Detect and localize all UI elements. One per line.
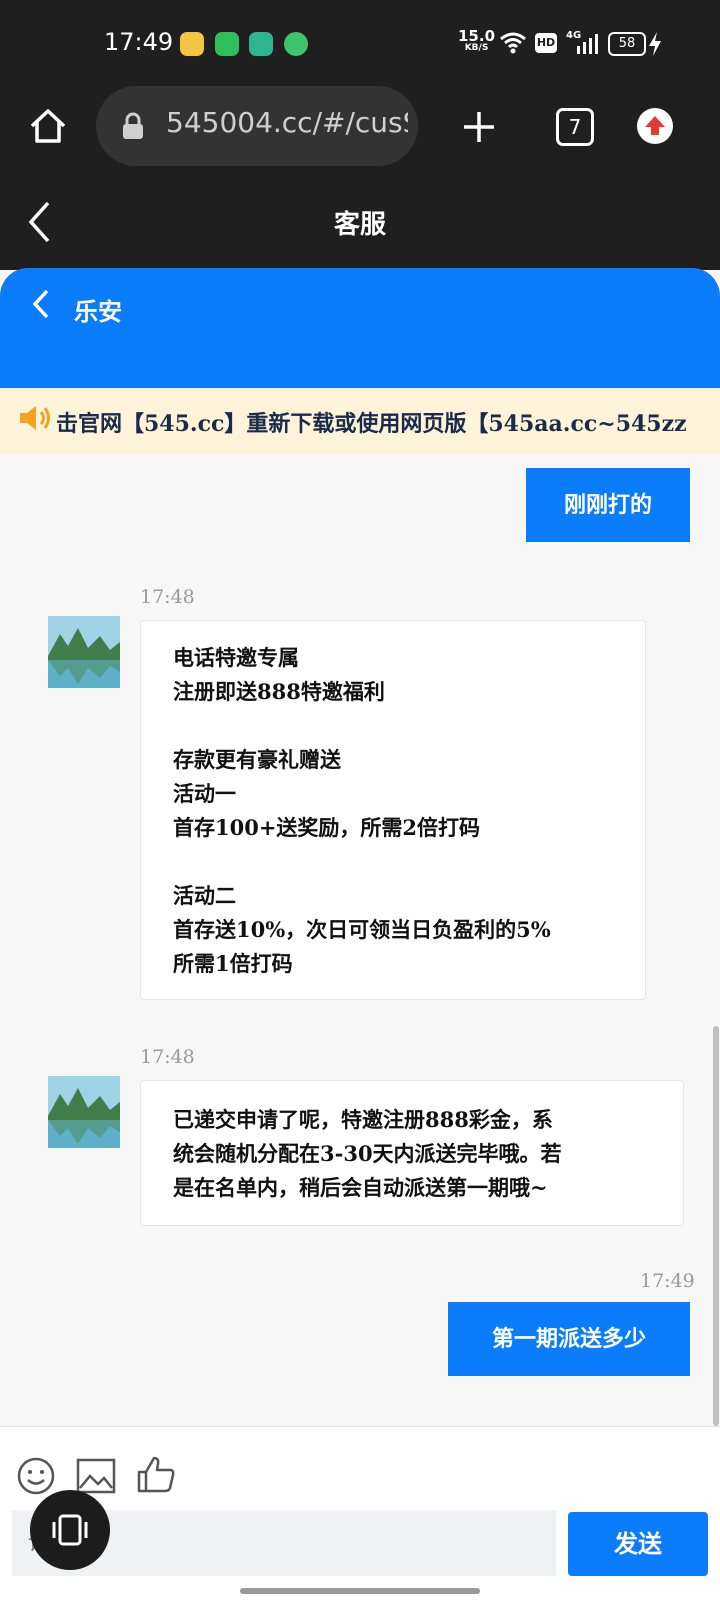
chat-header bbox=[0, 268, 720, 388]
notice-text: 击官网【545.cc】重新下载或使用网页版【545aa.cc~545zz bbox=[56, 411, 687, 437]
message-line: 所需1倍打码 bbox=[173, 951, 293, 976]
sent-message-bubble[interactable]: 刚刚打的 bbox=[526, 468, 690, 542]
thumbs-up-icon[interactable] bbox=[136, 1454, 176, 1494]
message-line: 已递交申请了呢，特邀注册888彩金，系 bbox=[173, 1107, 553, 1132]
url-text[interactable]: 545004.cc/#/cusS bbox=[166, 106, 408, 139]
signal-icon bbox=[577, 34, 598, 54]
home-indicator[interactable] bbox=[240, 1588, 480, 1594]
wallet-app-icon bbox=[249, 32, 273, 56]
tabs-button[interactable]: 7 bbox=[556, 108, 594, 146]
charging-icon bbox=[649, 32, 661, 56]
hd-badge: HD bbox=[535, 33, 557, 53]
plus-icon[interactable] bbox=[462, 110, 496, 144]
status-time: 17:49 bbox=[104, 28, 174, 56]
message-line: 活动一 bbox=[173, 781, 236, 806]
update-icon bbox=[645, 116, 665, 135]
network-speed-value: 15.0 bbox=[458, 27, 496, 45]
message-line: 首存送10%，次日可领当日负盈利的5% bbox=[173, 917, 551, 942]
message-timestamp: 17:49 bbox=[640, 1270, 695, 1292]
landscape-avatar-image bbox=[48, 1076, 120, 1148]
image-icon[interactable] bbox=[76, 1458, 116, 1494]
send-button[interactable]: 发送 bbox=[568, 1512, 708, 1576]
network-speed: 15.0 KB/S bbox=[458, 27, 496, 54]
lock-icon bbox=[123, 112, 143, 139]
received-message-bubble[interactable]: 电话特邀专属 注册即送888特邀福利 存款更有豪礼赠送 活动一 首存100+送奖… bbox=[140, 620, 646, 1000]
floating-action-button[interactable] bbox=[30, 1490, 110, 1570]
message-line: 活动二 bbox=[173, 883, 236, 908]
message-line: 电话特邀专属 bbox=[173, 645, 299, 670]
message-line: 统会随机分配在3-30天内派送完毕哦。若 bbox=[173, 1141, 562, 1166]
chat-agent-name: 乐安 bbox=[74, 297, 122, 326]
chat-back-icon[interactable] bbox=[30, 288, 52, 320]
received-message-bubble[interactable]: 已递交申请了呢，特邀注册888彩金，系 统会随机分配在3-30天内派送完毕哦。若… bbox=[140, 1080, 684, 1226]
update-button[interactable] bbox=[637, 108, 673, 144]
scrollbar[interactable] bbox=[713, 1026, 719, 1426]
message-line: 首存100+送奖励，所需2倍打码 bbox=[173, 815, 481, 840]
home-icon[interactable] bbox=[28, 106, 68, 146]
battery-indicator: 58 bbox=[608, 32, 646, 56]
message-app-icon bbox=[215, 32, 239, 56]
notification-app-icon bbox=[180, 32, 204, 56]
landscape-avatar-image bbox=[48, 616, 120, 688]
message-line: 是在名单内，稍后会自动派送第一期哦~ bbox=[173, 1175, 548, 1200]
speaker-icon bbox=[20, 406, 50, 430]
message-timestamp: 17:48 bbox=[140, 1046, 195, 1068]
message-line: 注册即送888特邀福利 bbox=[173, 679, 385, 704]
message-line bbox=[173, 845, 613, 879]
message-timestamp: 17:48 bbox=[140, 586, 195, 608]
agent-avatar bbox=[48, 616, 120, 688]
wifi-icon bbox=[500, 32, 526, 54]
vibrate-icon bbox=[52, 1514, 88, 1546]
page-title: 客服 bbox=[333, 210, 386, 240]
message-line: 存款更有豪礼赠送 bbox=[173, 747, 341, 772]
pay-app-icon bbox=[284, 32, 308, 56]
agent-avatar bbox=[48, 1076, 120, 1148]
message-line bbox=[173, 709, 613, 743]
sent-message-bubble[interactable]: 第一期派送多少 bbox=[448, 1302, 690, 1376]
